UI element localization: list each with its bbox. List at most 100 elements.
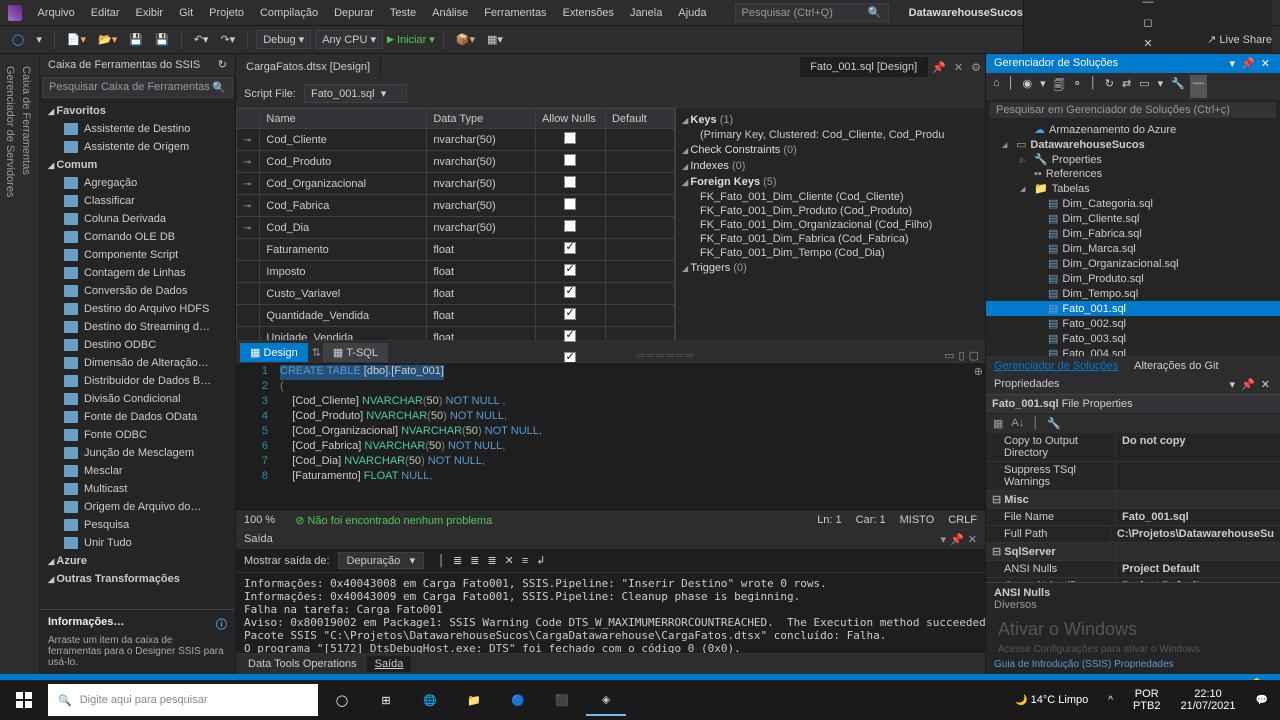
- menu-exibir[interactable]: Exibir: [128, 3, 172, 23]
- btab-datatools[interactable]: Data Tools Operations: [240, 656, 365, 672]
- menu-arquivo[interactable]: Arquivo: [30, 3, 83, 23]
- btab-saida[interactable]: Saída: [367, 656, 412, 672]
- output-pin-icon[interactable]: 📌: [950, 533, 964, 546]
- output-tb-1[interactable]: ≣: [453, 554, 462, 567]
- column-row[interactable]: Faturamentofloat: [237, 239, 675, 261]
- column-row[interactable]: Custo_Variavelfloat: [237, 283, 675, 305]
- start-debug-button[interactable]: Iniciar ▾: [387, 33, 435, 46]
- sql-editor[interactable]: 1CREATE TABLE [dbo].[Fato_001] 2( 3 [Cod…: [236, 362, 985, 511]
- toolbox-item[interactable]: Fonte ODBC: [40, 426, 235, 444]
- toolbox-item[interactable]: Fonte de Dados OData: [40, 408, 235, 426]
- open-button[interactable]: 📂▾: [94, 31, 121, 48]
- menu-editar[interactable]: Editar: [83, 3, 128, 23]
- toolbox-item[interactable]: Assistente de Origem: [40, 138, 235, 156]
- props-alpha-icon[interactable]: A↓: [1008, 416, 1027, 431]
- property-row[interactable]: Full PathC:\Projetos\DatawarehouseSu: [986, 526, 1280, 543]
- menu-compilacao[interactable]: Compilação: [252, 3, 326, 23]
- tree-file[interactable]: ▤ Fato_002.sql: [986, 316, 1280, 331]
- config-dropdown[interactable]: Debug ▾: [256, 30, 311, 49]
- se-tb-4[interactable]: ⚬: [1070, 75, 1085, 98]
- properties-grid[interactable]: Copy to Output DirectoryDo not copySuppr…: [986, 433, 1280, 582]
- toolbox-item[interactable]: Assistente de Destino: [40, 120, 235, 138]
- menu-analise[interactable]: Análise: [424, 3, 476, 23]
- se-tb-1[interactable]: ◉: [1020, 75, 1036, 98]
- forward-button[interactable]: ▾: [32, 31, 46, 48]
- se-tb-2[interactable]: ▾: [1037, 75, 1049, 98]
- property-row[interactable]: File NameFato_001.sql: [986, 509, 1280, 526]
- view-icon-3[interactable]: ▢: [967, 350, 981, 362]
- output-tb-5[interactable]: ≡: [522, 555, 528, 567]
- subtab-design[interactable]: ▦ Design: [240, 343, 308, 362]
- save-all-button[interactable]: 💾: [151, 31, 173, 48]
- menu-janela[interactable]: Janela: [622, 3, 670, 23]
- maximize-button[interactable]: ◻: [1135, 12, 1160, 33]
- minimize-button[interactable]: —: [1134, 0, 1161, 12]
- menu-git[interactable]: Git: [171, 3, 201, 23]
- toolbox-item[interactable]: Multicast: [40, 480, 235, 498]
- output-close-icon[interactable]: ✕: [968, 533, 977, 546]
- menu-ferramentas[interactable]: Ferramentas: [476, 3, 554, 23]
- subtab-split-icon[interactable]: ⇅: [310, 343, 323, 362]
- taskbar-app-icon[interactable]: ⬛: [542, 684, 582, 716]
- toolbox-item[interactable]: Junção de Mesclagem: [40, 444, 235, 462]
- props-dropdown-icon[interactable]: ▾: [1228, 378, 1238, 391]
- taskbar-explorer-icon[interactable]: 📁: [454, 684, 494, 716]
- toolbox-item[interactable]: Comando OLE DB: [40, 228, 235, 246]
- toolbox-item[interactable]: Mesclar: [40, 462, 235, 480]
- toolbox-item[interactable]: Destino do Streaming d…: [40, 318, 235, 336]
- splitter-handle[interactable]: ══════: [390, 350, 942, 362]
- se-dropdown-icon[interactable]: ▾: [1228, 57, 1238, 70]
- tab-options-icon[interactable]: ⚙: [967, 59, 985, 76]
- toolbox-group[interactable]: Azure: [40, 552, 235, 570]
- menu-extensoes[interactable]: Extensões: [555, 3, 622, 23]
- toolbox-search[interactable]: Pesquisar Caixa de Ferramentas🔍: [42, 77, 233, 98]
- ssis-links[interactable]: Guia de Introdução (SSIS) Propriedades: [986, 655, 1280, 674]
- tree-file[interactable]: ▤ Dim_Fabrica.sql: [986, 226, 1280, 241]
- property-row[interactable]: Suppress TSql Warnings: [986, 462, 1280, 491]
- toolbox-group[interactable]: Outras Transformações: [40, 570, 235, 588]
- column-row[interactable]: Quantidade_Vendidafloat: [237, 305, 675, 327]
- se-close-icon[interactable]: ✕: [1259, 57, 1272, 70]
- se-tb-6[interactable]: ▭: [1136, 75, 1152, 98]
- output-text[interactable]: Informações: 0x40043008 em Carga Fato001…: [236, 573, 985, 653]
- problems-status[interactable]: ⊘ Não foi encontrado nenhum problema: [295, 514, 492, 527]
- se-home-icon[interactable]: ⌂: [990, 75, 1003, 98]
- solution-tree[interactable]: ☁ Armazenamento do Azure▭ DatawarehouseS…: [986, 120, 1280, 356]
- column-row[interactable]: Cod_Dianvarchar(50): [237, 217, 675, 239]
- output-source-dropdown[interactable]: Depuração ▾: [338, 552, 425, 569]
- weather-widget[interactable]: 🌙 14°C Limpo: [1007, 694, 1096, 706]
- script-file-dropdown[interactable]: Fato_001.sql ▾: [304, 84, 407, 103]
- toolbox-item[interactable]: Origem de Arquivo do…: [40, 498, 235, 516]
- toolbox-item[interactable]: Unir Tudo: [40, 534, 235, 552]
- props-categorized-icon[interactable]: ▦: [990, 416, 1006, 431]
- info-icon[interactable]: ⓘ: [216, 616, 227, 632]
- output-dropdown-icon[interactable]: ▾: [941, 533, 947, 546]
- menu-depurar[interactable]: Depurar: [326, 3, 382, 23]
- toolbox-item[interactable]: Conversão de Dados: [40, 282, 235, 300]
- menu-ajuda[interactable]: Ajuda: [670, 3, 714, 23]
- tree-file[interactable]: ▤ Dim_Cliente.sql: [986, 211, 1280, 226]
- se-tb-5[interactable]: ⇄: [1119, 75, 1134, 98]
- tab-toolbox[interactable]: Caixa de Ferramentas: [18, 60, 34, 668]
- column-row[interactable]: Cod_Fabricanvarchar(50): [237, 195, 675, 217]
- column-row[interactable]: Cod_Organizacionalnvarchar(50): [237, 173, 675, 195]
- taskbar-chrome-icon[interactable]: 🔵: [498, 684, 538, 716]
- toolbox-item[interactable]: Divisão Condicional: [40, 390, 235, 408]
- tab-cargafatos[interactable]: CargaFatos.dtsx [Design]: [236, 57, 381, 77]
- tree-file[interactable]: ▤ Dim_Marca.sql: [986, 241, 1280, 256]
- tree-file[interactable]: ▤ Fato_004.sql: [986, 346, 1280, 356]
- toolbox-item[interactable]: Classificar: [40, 192, 235, 210]
- toolbox-group[interactable]: Favoritos: [40, 102, 235, 120]
- column-row[interactable]: Cod_Clientenvarchar(50): [237, 129, 675, 151]
- tree-file[interactable]: ▤ Dim_Organizacional.sql: [986, 256, 1280, 271]
- tray-lang[interactable]: PORPTB2: [1125, 688, 1169, 712]
- zoom-level[interactable]: 100 %: [244, 514, 275, 527]
- property-row[interactable]: SqlServer: [986, 543, 1280, 561]
- output-tb-4[interactable]: ✕: [505, 554, 514, 567]
- tree-file[interactable]: ▤ Fato_001.sql: [986, 301, 1280, 316]
- redo-button[interactable]: ↷▾: [216, 31, 239, 48]
- output-tb-3[interactable]: ≣: [487, 554, 496, 567]
- solution-explorer-search[interactable]: Pesquisar em Gerenciador de Soluções (Ct…: [990, 102, 1276, 118]
- cortana-icon[interactable]: ◯: [322, 684, 362, 716]
- platform-dropdown[interactable]: Any CPU ▾: [315, 30, 383, 49]
